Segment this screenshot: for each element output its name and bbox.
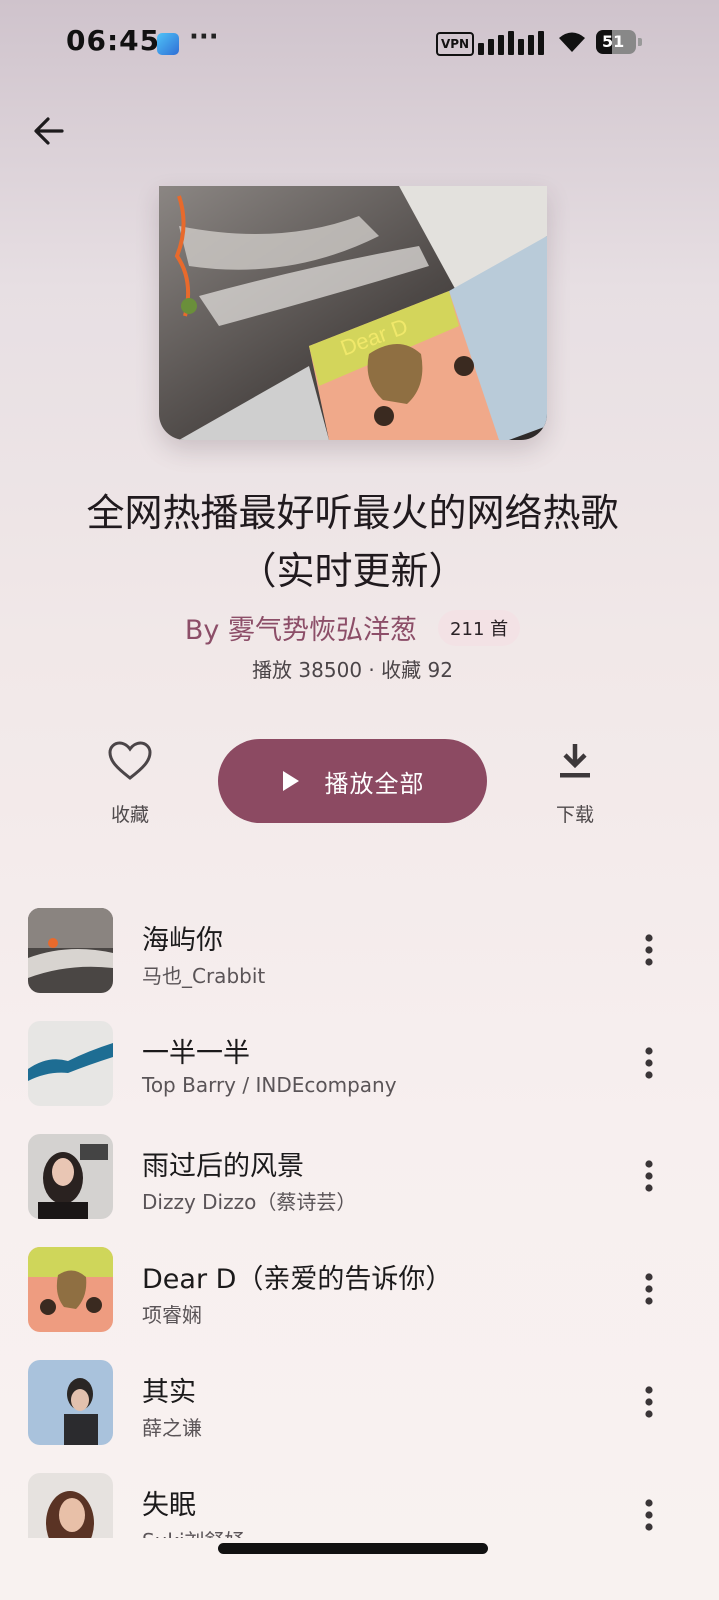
battery-tip [638, 38, 642, 46]
more-vert-icon[interactable] [632, 930, 666, 970]
song-artist: Top Barry / INDEcompany [142, 1073, 397, 1097]
song-row[interactable]: Dear D（亲爱的告诉你） 项睿娴 [0, 1245, 719, 1335]
song-thumbnail [28, 1473, 113, 1538]
signal-icon [478, 31, 544, 55]
song-thumbnail [28, 908, 113, 993]
more-vert-icon[interactable] [632, 1495, 666, 1535]
song-artist: Dizzy Dizzo（蔡诗芸） [142, 1190, 357, 1214]
song-thumbnail [28, 1247, 113, 1332]
play-icon [282, 771, 299, 791]
song-title: 其实 [142, 1377, 196, 1408]
play-all-button[interactable]: 播放全部 [218, 739, 487, 823]
download-icon [560, 744, 590, 778]
heart-outline-icon [108, 741, 152, 780]
favorite-button[interactable]: 收藏 [75, 740, 185, 827]
song-thumbnail [28, 1134, 113, 1219]
app-notification-icon [157, 33, 179, 55]
song-row[interactable]: 海屿你 马也_Crabbit [0, 906, 719, 996]
song-title: 一半一半 [142, 1038, 250, 1069]
wifi-icon [559, 32, 585, 52]
status-bar: 06:45 ··· VPN 51 [0, 0, 719, 86]
song-artist: Suki刘舒妤 [142, 1525, 245, 1538]
more-vert-icon[interactable] [632, 1382, 666, 1422]
download-label: 下载 [555, 804, 594, 826]
song-title: 雨过后的风景 [142, 1151, 304, 1182]
song-row[interactable]: 其实 薛之谦 [0, 1358, 719, 1448]
song-title: 失眠 [142, 1490, 196, 1521]
song-list: 海屿你 马也_Crabbit 一半一半 Top Barry / INDEcomp… [0, 906, 719, 1538]
arrow-left-icon [34, 117, 64, 145]
favorite-label: 收藏 [110, 804, 149, 826]
play-all-label: 播放全部 [324, 769, 425, 798]
song-artist: 项睿娴 [142, 1303, 202, 1327]
owner-row: By 雾气势恢弘洋葱 211 首 [0, 608, 705, 648]
song-title: 海屿你 [142, 925, 223, 956]
cover-collage-image: Dear D [159, 186, 547, 440]
download-button[interactable]: 下载 [520, 740, 630, 827]
status-time: 06:45 [66, 24, 161, 57]
song-row[interactable]: 失眠 Suki刘舒妤 [0, 1471, 719, 1538]
more-dots-icon: ··· [189, 22, 219, 52]
playlist-title-line1: 全网热播最好听最火的网络热歌 [86, 491, 619, 535]
more-vert-icon[interactable] [632, 1043, 666, 1083]
playlist-title: 全网热播最好听最火的网络热歌 （实时更新） [30, 484, 675, 600]
song-artist: 马也_Crabbit [142, 964, 266, 988]
song-thumbnail [28, 1360, 113, 1445]
song-count-badge: 211 首 [438, 609, 521, 646]
song-title: Dear D（亲爱的告诉你） [142, 1264, 453, 1295]
song-artist: 薛之谦 [142, 1416, 202, 1440]
back-button[interactable] [24, 106, 74, 156]
owner-name[interactable]: By 雾气势恢弘洋葱 [185, 608, 417, 647]
more-vert-icon[interactable] [632, 1269, 666, 1309]
song-thumbnail [28, 1021, 113, 1106]
home-indicator[interactable] [218, 1543, 488, 1554]
vpn-icon: VPN [436, 32, 474, 56]
song-row[interactable]: 雨过后的风景 Dizzy Dizzo（蔡诗芸） [0, 1132, 719, 1222]
playlist-stats: 播放 38500 · 收藏 92 [252, 658, 453, 682]
song-row[interactable]: 一半一半 Top Barry / INDEcompany [0, 1019, 719, 1109]
playlist-title-line2: （实时更新） [238, 549, 467, 593]
more-vert-icon[interactable] [632, 1156, 666, 1196]
battery-icon: 51 [596, 30, 636, 54]
playlist-cover: Dear D [159, 186, 547, 440]
